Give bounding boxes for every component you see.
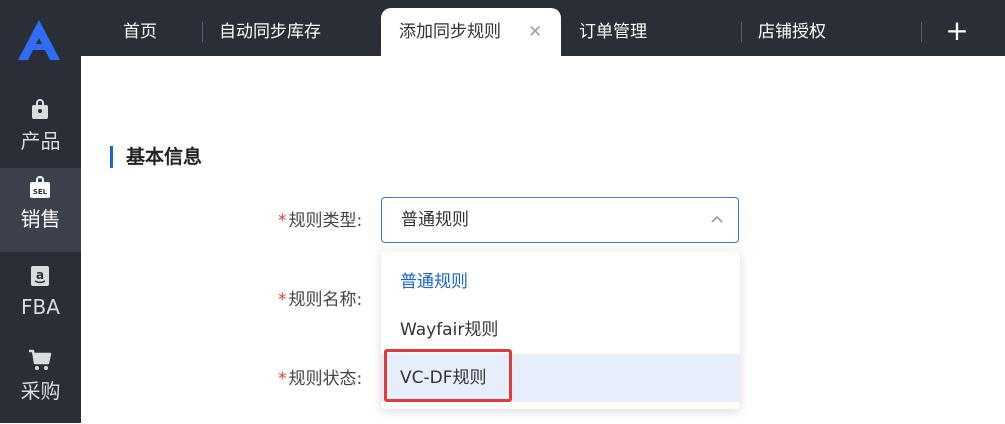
annotation-highlight-box — [384, 349, 512, 402]
sidebar-item-label: FBA — [21, 295, 60, 319]
bag-icon — [32, 99, 48, 119]
sidebar-item-fba[interactable]: a FBA — [0, 256, 81, 340]
section-marker — [110, 146, 113, 168]
svg-text:SEL: SEL — [33, 188, 48, 196]
required-mark: * — [278, 369, 287, 389]
tab-bar: 首页 自动同步库存 添加同步规则 ✕ 订单管理 店铺授权 — [81, 0, 1005, 56]
sidebar-item-purchase[interactable]: 采购 — [0, 340, 81, 424]
tab-label: 首页 — [123, 22, 157, 42]
tab-add-sync-rule[interactable]: 添加同步规则 ✕ — [381, 8, 561, 56]
chevron-up-icon — [711, 215, 723, 223]
tab-label: 自动同步库存 — [219, 22, 321, 42]
a-logo-icon[interactable] — [16, 18, 62, 62]
rule-type-value: 普通规则 — [401, 210, 469, 230]
required-mark: * — [278, 211, 287, 231]
rule-type-select[interactable]: 普通规则 — [381, 197, 739, 243]
sidebar-item-sales[interactable]: SEL 销售 — [0, 168, 81, 252]
sidebar-item-products[interactable]: 产品 — [0, 90, 81, 174]
sidebar: 产品 SEL 销售 a FBA 采购 — [0, 0, 81, 423]
tab-order-management[interactable]: 订单管理 — [579, 8, 647, 56]
section-title: 基本信息 — [126, 146, 203, 168]
tab-home[interactable]: 首页 — [123, 8, 157, 56]
rule-type-label: * 规则类型: — [278, 209, 362, 233]
label-text: 规则类型: — [288, 211, 363, 231]
tab-label: 订单管理 — [579, 22, 647, 42]
tab-auto-sync-inventory[interactable]: 自动同步库存 — [219, 8, 321, 56]
option-label: Wayfair规则 — [400, 320, 499, 340]
tab-store-authorization[interactable]: 店铺授权 — [758, 8, 826, 56]
option-label: 普通规则 — [400, 272, 468, 292]
label-text: 规则状态: — [288, 369, 363, 389]
tab-separator — [202, 22, 203, 42]
svg-text:a: a — [36, 268, 44, 282]
sidebar-item-label: 产品 — [20, 129, 61, 153]
rule-status-label: * 规则状态: — [278, 367, 362, 391]
sell-tag-icon: SEL — [30, 176, 50, 198]
rule-name-label: * 规则名称: — [278, 288, 362, 312]
amazon-icon: a — [31, 266, 49, 286]
sidebar-item-label: 采购 — [20, 379, 61, 403]
tab-separator — [741, 22, 742, 42]
tab-label: 店铺授权 — [758, 22, 826, 42]
required-mark: * — [278, 290, 287, 310]
tab-separator — [921, 22, 922, 42]
cart-icon — [29, 349, 52, 370]
option-wayfair-rule[interactable]: Wayfair规则 — [381, 306, 740, 354]
close-icon[interactable]: ✕ — [528, 8, 542, 56]
label-text: 规则名称: — [288, 290, 363, 310]
tab-label: 添加同步规则 — [399, 22, 501, 42]
option-normal-rule[interactable]: 普通规则 — [381, 258, 740, 306]
sidebar-item-label: 销售 — [20, 207, 61, 231]
add-tab-button[interactable]: + — [944, 14, 970, 50]
